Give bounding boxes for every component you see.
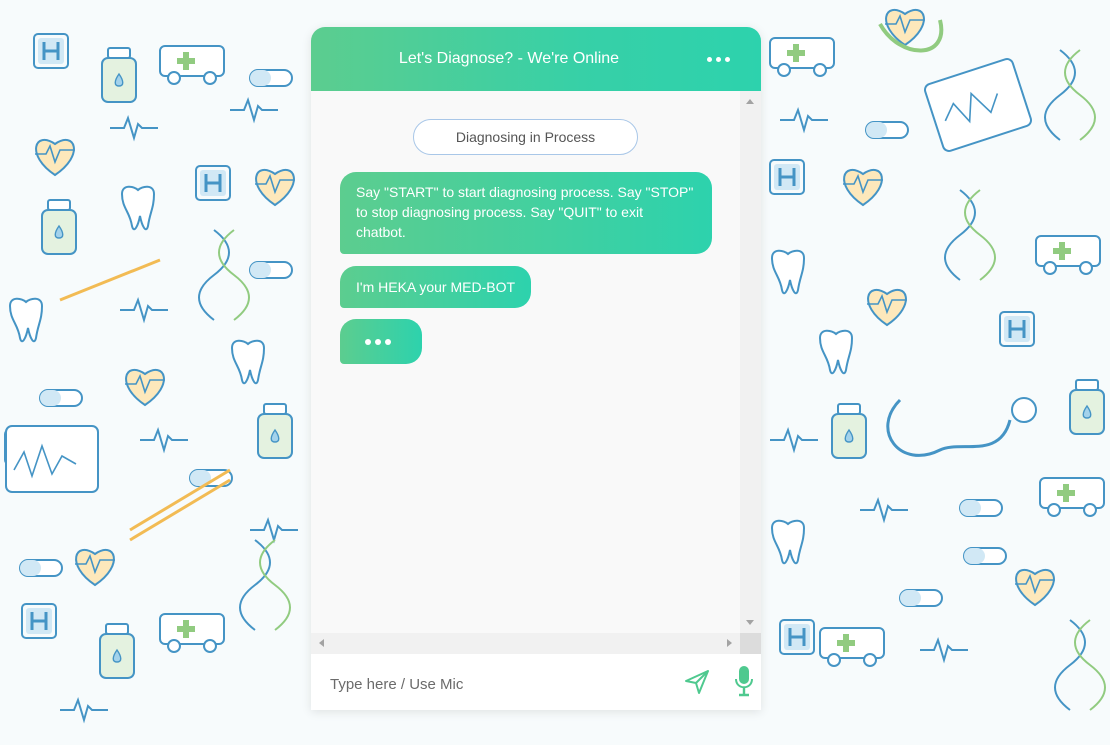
mic-button[interactable]: [733, 664, 755, 698]
message-input[interactable]: [328, 670, 672, 698]
scroll-down-icon[interactable]: [746, 620, 754, 625]
status-badge: Diagnosing in Process: [413, 119, 638, 155]
scroll-right-icon[interactable]: [727, 639, 732, 647]
chat-window: Let's Diagnose? - We're Online Diagnosin…: [311, 27, 761, 710]
more-horizontal-icon[interactable]: [707, 49, 735, 69]
send-button[interactable]: [683, 668, 711, 696]
mic-icon: [735, 666, 753, 697]
messages-area[interactable]: Diagnosing in Process Say "START" to sta…: [311, 91, 740, 633]
chat-header: Let's Diagnose? - We're Online: [311, 27, 761, 91]
scroll-up-icon[interactable]: [746, 99, 754, 104]
vertical-scrollbar[interactable]: [740, 91, 761, 633]
send-icon: [685, 670, 709, 694]
bot-message: I'm HEKA your MED-BOT: [340, 266, 532, 308]
composer: [311, 654, 761, 710]
scroll-left-icon[interactable]: [319, 639, 324, 647]
bot-message: Say "START" to start diagnosing process.…: [340, 172, 712, 254]
chat-title: Let's Diagnose? - We're Online: [398, 50, 620, 67]
horizontal-scrollbar[interactable]: [311, 633, 740, 654]
typing-indicator: [340, 319, 422, 364]
scrollbar-corner: [740, 633, 761, 654]
